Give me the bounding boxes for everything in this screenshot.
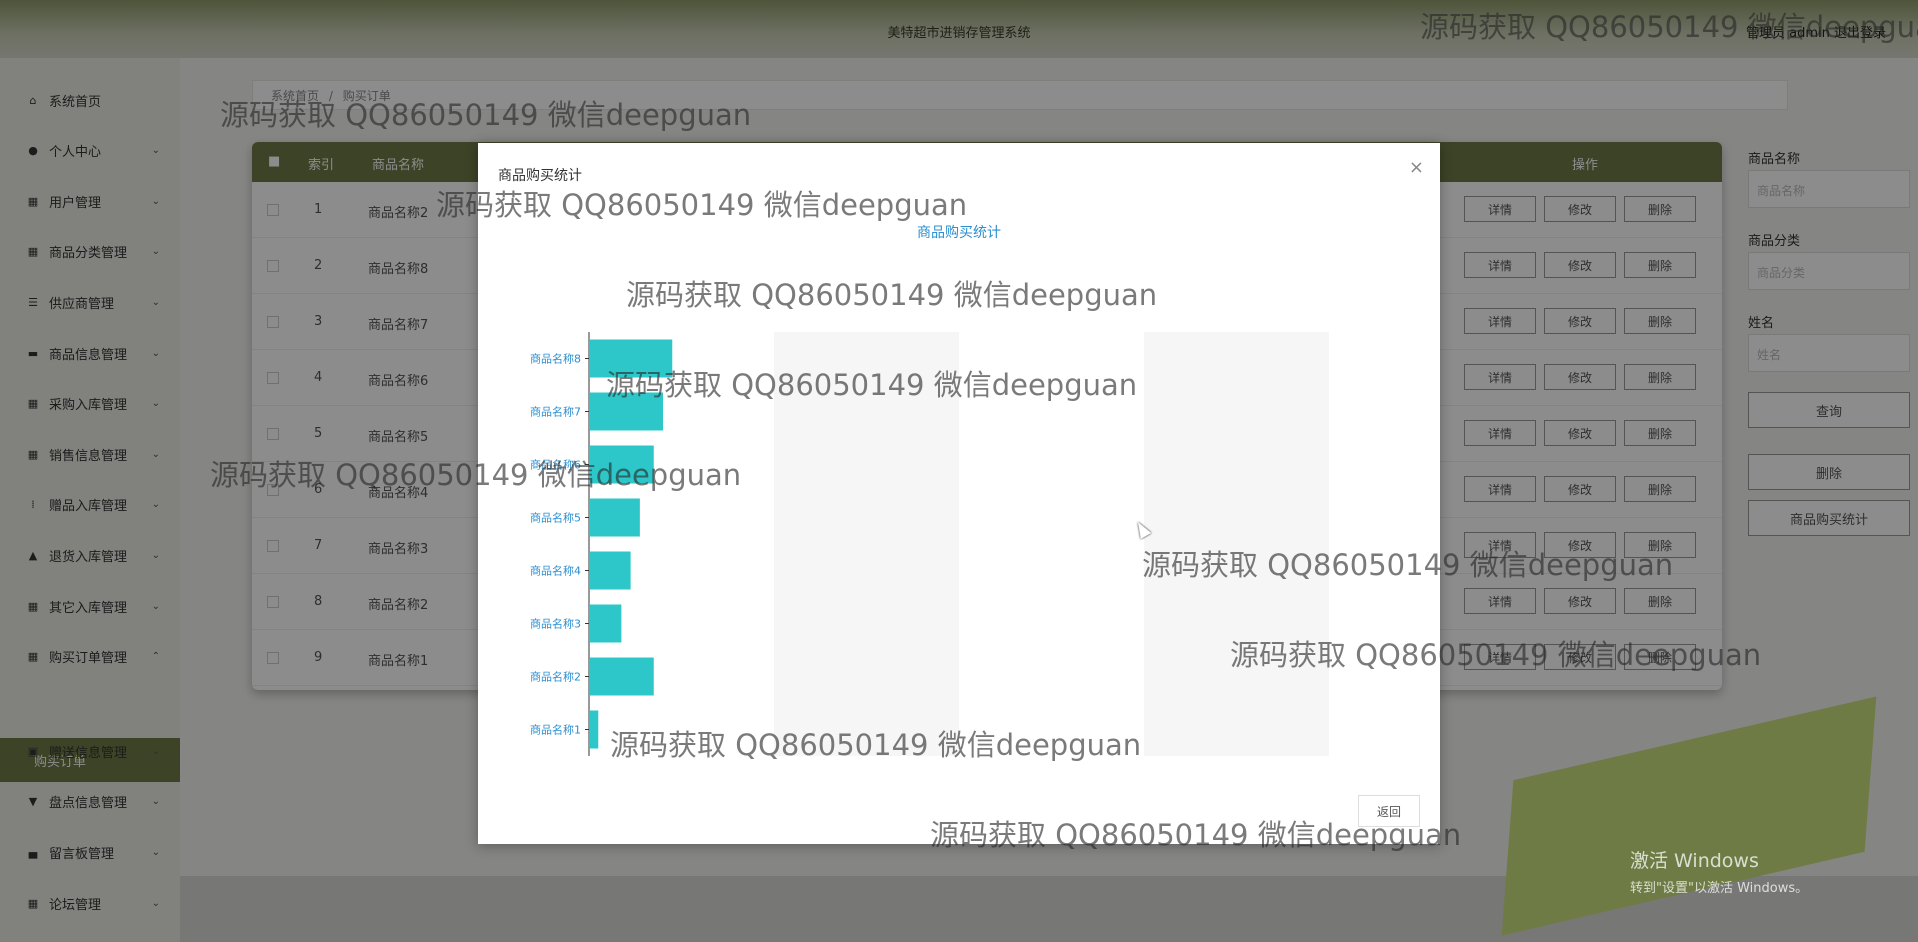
windows-activation-notice: 激活 Windows 转到"设置"以激活 Windows。: [1630, 846, 1808, 896]
bar: [589, 657, 654, 696]
watermark-text: 源码获取 QQ86050149 微信deepguan: [606, 368, 1138, 402]
bar: [589, 551, 631, 590]
watermark-text: 源码获取 QQ86050149 微信deepguan: [1230, 638, 1762, 672]
category-label: 商品名称5: [530, 511, 581, 525]
category-label: 商品名称2: [530, 670, 581, 684]
category-label: 商品名称8: [530, 352, 581, 366]
category-label: 商品名称1: [530, 723, 581, 737]
watermark-text: 源码获取 QQ86050149 微信deepguan: [930, 818, 1462, 852]
category-label: 商品名称4: [530, 564, 581, 578]
close-icon[interactable]: ×: [1409, 157, 1424, 178]
bar: [589, 710, 599, 749]
bar: [589, 498, 640, 537]
windows-activation-text: 转到"设置"以激活 Windows。: [1630, 881, 1809, 896]
bar: [589, 604, 622, 643]
category-label: 商品名称7: [530, 405, 581, 419]
chart-title: 商品购买统计: [917, 225, 1001, 241]
watermark-text: 源码获取 QQ86050149 微信deepguan: [220, 98, 752, 132]
watermark-text: 源码获取 QQ86050149 微信deepguan: [436, 188, 968, 222]
category-label: 商品名称3: [530, 617, 581, 631]
watermark-text: 源码获取 QQ86050149 微信deepguan: [626, 278, 1158, 312]
watermark-text: 源码获取 QQ86050149 微信deepguan: [1420, 10, 1918, 44]
windows-activation-title: 激活 Windows: [1630, 850, 1759, 872]
watermark-text: 源码获取 QQ86050149 微信deepguan: [1142, 548, 1674, 582]
watermark-text: 源码获取 QQ86050149 微信deepguan: [210, 458, 742, 492]
watermark-text: 源码获取 QQ86050149 微信deepguan: [610, 728, 1142, 762]
